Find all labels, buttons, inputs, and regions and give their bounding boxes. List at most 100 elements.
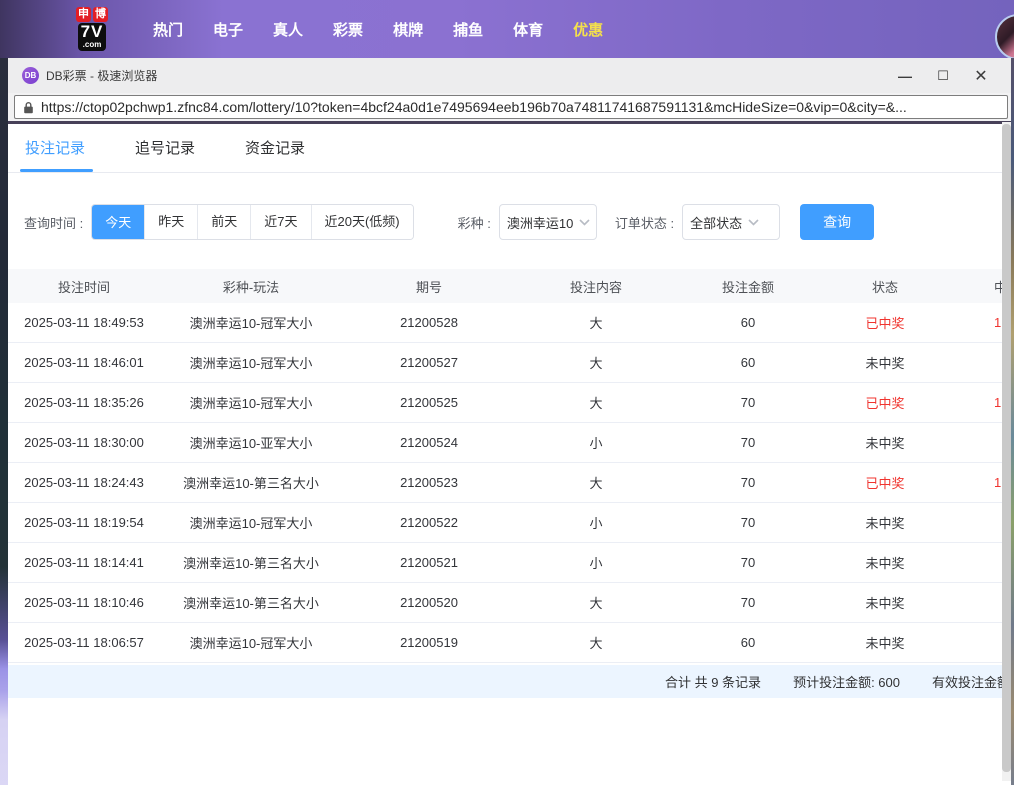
chevron-down-icon xyxy=(748,219,759,226)
bet-amount: 70 xyxy=(676,435,820,450)
bet-time: 2025-03-11 18:19:54 xyxy=(8,515,160,530)
table-row: 2025-03-11 18:35:26澳洲幸运10-冠军大小21200525大7… xyxy=(8,383,1014,423)
close-button[interactable]: ✕ xyxy=(962,66,1000,86)
bet-time: 2025-03-11 18:49:53 xyxy=(8,315,160,330)
bet-amount: 70 xyxy=(676,475,820,490)
header-bet-content: 投注内容 xyxy=(516,277,676,296)
status: 已中奖 xyxy=(820,313,950,332)
issue-number: 21200527 xyxy=(342,355,516,370)
header-status: 状态 xyxy=(820,277,950,296)
game-play: 澳洲幸运10-亚军大小 xyxy=(160,433,342,452)
bet-time: 2025-03-11 18:14:41 xyxy=(8,555,160,570)
time-option-20days[interactable]: 近20天(低频) xyxy=(311,205,413,239)
menu-item-promos[interactable]: 优惠 xyxy=(573,19,603,40)
bet-time: 2025-03-11 18:06:57 xyxy=(8,635,160,650)
bet-time: 2025-03-11 18:24:43 xyxy=(8,475,160,490)
tabs-divider xyxy=(8,172,1014,173)
issue-number: 21200523 xyxy=(342,475,516,490)
lottery-select[interactable]: 澳洲幸运10 xyxy=(499,204,597,240)
bet-time: 2025-03-11 18:35:26 xyxy=(8,395,160,410)
menu-item-lottery[interactable]: 彩票 xyxy=(333,19,363,40)
tab-bet-records[interactable]: 投注记录 xyxy=(25,137,85,172)
url-text: https://ctop02pchwp1.zfnc84.com/lottery/… xyxy=(41,99,907,115)
lock-icon xyxy=(23,101,34,114)
tab-fund-records[interactable]: 资金记录 xyxy=(245,137,305,172)
browser-urlbar: https://ctop02pchwp1.zfnc84.com/lottery/… xyxy=(8,93,1014,124)
bet-amount: 60 xyxy=(676,315,820,330)
menu-item-slots[interactable]: 电子 xyxy=(213,19,243,40)
bet-amount: 60 xyxy=(676,355,820,370)
page-scrollbar[interactable] xyxy=(1002,122,1011,781)
logo-mark: 7V .com xyxy=(78,23,107,51)
menu-item-cards[interactable]: 棋牌 xyxy=(393,19,423,40)
user-avatar[interactable] xyxy=(995,14,1014,60)
bet-content: 大 xyxy=(516,353,676,372)
menu-item-live[interactable]: 真人 xyxy=(273,19,303,40)
issue-number: 21200522 xyxy=(342,515,516,530)
window-titlebar: DB DB彩票 - 极速浏览器 — ☐ ✕ xyxy=(8,58,1014,93)
site-logo[interactable]: 申 博 7V .com xyxy=(68,7,116,51)
status: 未中奖 xyxy=(820,353,950,372)
table-row: 2025-03-11 18:19:54澳洲幸运10-冠军大小21200522小7… xyxy=(8,503,1014,543)
bet-content: 大 xyxy=(516,593,676,612)
status: 未中奖 xyxy=(820,553,950,572)
time-option-2days-ago[interactable]: 前天 xyxy=(197,205,250,239)
menu-item-hot[interactable]: 热门 xyxy=(153,19,183,40)
summary-total-records: 合计 共 9 条记录 xyxy=(665,672,761,691)
status: 未中奖 xyxy=(820,593,950,612)
query-button[interactable]: 查询 xyxy=(800,204,874,240)
time-option-today[interactable]: 今天 xyxy=(92,204,144,240)
menu-item-sports[interactable]: 体育 xyxy=(513,19,543,40)
status: 未中奖 xyxy=(820,633,950,652)
table-body: 2025-03-11 18:49:53澳洲幸运10-冠军大小21200528大6… xyxy=(8,303,1014,663)
table-row: 2025-03-11 18:06:57澳洲幸运10-冠军大小21200519大6… xyxy=(8,623,1014,663)
summary-bar: 合计 共 9 条记录 预计投注金额: 600 有效投注金额 xyxy=(8,665,1014,698)
game-play: 澳洲幸运10-冠军大小 xyxy=(160,633,342,652)
issue-number: 21200524 xyxy=(342,435,516,450)
main-menu: 热门 电子 真人 彩票 棋牌 捕鱼 体育 优惠 xyxy=(138,19,618,40)
header-bet-amount: 投注金额 xyxy=(676,277,820,296)
time-option-7days[interactable]: 近7天 xyxy=(250,205,310,239)
bet-amount: 60 xyxy=(676,635,820,650)
game-play: 澳洲幸运10-第三名大小 xyxy=(160,553,342,572)
record-tabs: 投注记录 追号记录 资金记录 xyxy=(8,124,1014,172)
filter-bar: 查询时间 : 今天 昨天 前天 近7天 近20天(低频) 彩种 : 澳洲幸运10… xyxy=(24,204,1014,240)
order-status-value: 全部状态 xyxy=(690,213,742,232)
scrollbar-thumb[interactable] xyxy=(1002,124,1011,772)
logo-badge-1: 申 xyxy=(76,7,91,22)
issue-number: 21200525 xyxy=(342,395,516,410)
game-play: 澳洲幸运10-第三名大小 xyxy=(160,473,342,492)
bet-content: 大 xyxy=(516,313,676,332)
status-filter-label: 订单状态 : xyxy=(615,213,674,232)
status: 已中奖 xyxy=(820,473,950,492)
game-play: 澳洲幸运10-冠军大小 xyxy=(160,513,342,532)
bet-time: 2025-03-11 18:10:46 xyxy=(8,595,160,610)
bet-amount: 70 xyxy=(676,595,820,610)
bet-content: 大 xyxy=(516,393,676,412)
bet-time: 2025-03-11 18:46:01 xyxy=(8,355,160,370)
status: 未中奖 xyxy=(820,513,950,532)
maximize-button[interactable]: ☐ xyxy=(924,68,962,84)
lottery-filter-label: 彩种 : xyxy=(458,213,491,232)
bet-content: 大 xyxy=(516,473,676,492)
logo-badge-2: 博 xyxy=(93,7,108,22)
game-play: 澳洲幸运10-冠军大小 xyxy=(160,353,342,372)
menu-item-fishing[interactable]: 捕鱼 xyxy=(453,19,483,40)
time-filter-label: 查询时间 : xyxy=(24,213,83,232)
game-play: 澳洲幸运10-冠军大小 xyxy=(160,393,342,412)
window-title: DB彩票 - 极速浏览器 xyxy=(46,67,157,84)
order-status-select[interactable]: 全部状态 xyxy=(682,204,780,240)
address-bar[interactable]: https://ctop02pchwp1.zfnc84.com/lottery/… xyxy=(14,95,1008,119)
time-option-yesterday[interactable]: 昨天 xyxy=(144,205,197,239)
table-row: 2025-03-11 18:49:53澳洲幸运10-冠军大小21200528大6… xyxy=(8,303,1014,343)
issue-number: 21200521 xyxy=(342,555,516,570)
logo-badges: 申 博 xyxy=(76,7,108,22)
issue-number: 21200520 xyxy=(342,595,516,610)
bet-records-table: 投注时间 彩种-玩法 期号 投注内容 投注金额 状态 中奖金额 2025-03-… xyxy=(8,269,1014,663)
tab-chase-records[interactable]: 追号记录 xyxy=(135,137,195,172)
header-game-play: 彩种-玩法 xyxy=(160,277,342,296)
lottery-select-value: 澳洲幸运10 xyxy=(507,213,573,232)
minimize-button[interactable]: — xyxy=(886,68,924,84)
background-page-left-edge xyxy=(0,58,8,785)
table-row: 2025-03-11 18:24:43澳洲幸运10-第三名大小21200523大… xyxy=(8,463,1014,503)
